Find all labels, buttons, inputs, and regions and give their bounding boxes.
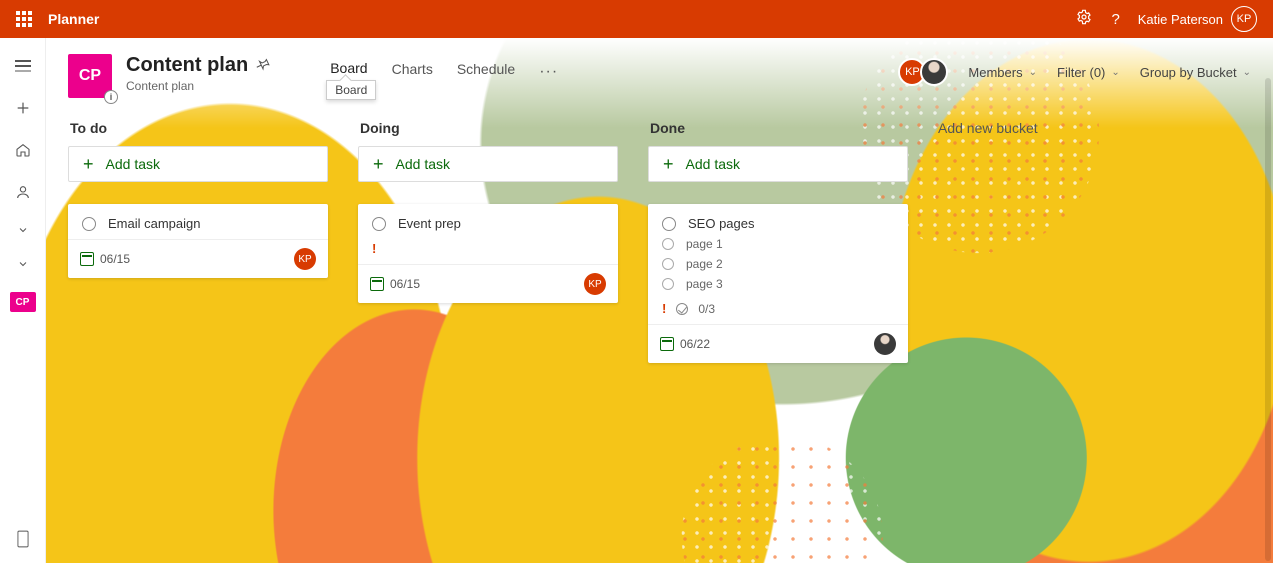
bucket-todo: To do + Add task Email campaign 06/15 [68, 120, 328, 278]
app-launcher-icon[interactable] [16, 11, 32, 27]
view-tabs: Board Charts Schedule ··· Board [330, 54, 558, 84]
assignee-avatar[interactable]: KP [294, 248, 316, 270]
bucket-title[interactable]: To do [68, 120, 328, 136]
pin-icon[interactable] [254, 55, 273, 76]
my-tasks-icon[interactable] [13, 182, 33, 202]
app-name: Planner [48, 11, 99, 27]
member-avatars[interactable]: KP [904, 58, 948, 86]
subtask-label: page 2 [686, 257, 723, 271]
app-header: Planner ? Katie Paterson KP [0, 0, 1273, 38]
plus-icon: + [663, 154, 674, 175]
complete-circle-icon[interactable] [372, 217, 386, 231]
more-icon[interactable]: ··· [539, 63, 558, 81]
bucket-title[interactable]: Doing [358, 120, 618, 136]
due-date: 06/15 [370, 277, 420, 291]
calendar-icon [80, 252, 94, 266]
subtask-label: page 1 [686, 237, 723, 251]
chevron-down-icon: ⌄ [1111, 67, 1119, 78]
chevron-down-icon: ⌄ [1243, 67, 1251, 78]
task-title: SEO pages [688, 216, 755, 231]
checklist-progress: 0/3 [698, 302, 715, 316]
hub-icon[interactable] [13, 140, 33, 160]
tab-schedule[interactable]: Schedule [457, 61, 515, 83]
priority-icon: ! [372, 241, 376, 256]
assignee-avatar[interactable] [874, 333, 896, 355]
hamburger-icon[interactable] [13, 56, 33, 76]
checklist-progress-icon [676, 303, 688, 315]
tab-charts[interactable]: Charts [392, 61, 433, 83]
calendar-icon [370, 277, 384, 291]
filter-dropdown[interactable]: Filter (0)⌄ [1057, 65, 1120, 80]
plan-tile[interactable]: CP i [68, 54, 112, 98]
plan-header: CP i Content plan Content plan Board Cha… [46, 38, 1273, 98]
help-icon[interactable]: ? [1100, 11, 1132, 28]
plan-title[interactable]: Content plan [126, 54, 248, 77]
add-task-button[interactable]: + Add task [358, 146, 618, 182]
bucket-done: Done + Add task SEO pages page 1 page 2 … [648, 120, 908, 363]
plus-icon: + [83, 154, 94, 175]
add-bucket[interactable]: Add new bucket [938, 120, 1198, 146]
bucket-doing: Doing + Add task Event prep ! [358, 120, 618, 303]
avatar [920, 58, 948, 86]
chevron-down-icon: ⌄ [1029, 67, 1037, 78]
task-card[interactable]: SEO pages page 1 page 2 page 3 ! 0/3 [648, 204, 908, 363]
add-bucket-label: Add new bucket [938, 120, 1198, 136]
plus-icon: + [373, 154, 384, 175]
complete-circle-icon[interactable] [662, 217, 676, 231]
calendar-icon [660, 337, 674, 351]
due-date: 06/15 [80, 252, 130, 266]
bucket-title[interactable]: Done [648, 120, 908, 136]
subtask-label: page 3 [686, 277, 723, 291]
assignee-avatar[interactable]: KP [584, 273, 606, 295]
device-icon[interactable] [13, 529, 33, 549]
add-task-button[interactable]: + Add task [648, 146, 908, 182]
plan-subtitle: Content plan [126, 79, 270, 93]
groupby-dropdown[interactable]: Group by Bucket⌄ [1140, 65, 1251, 80]
vertical-scrollbar[interactable] [1265, 78, 1271, 561]
priority-icon: ! [662, 301, 666, 316]
subtask-list: page 1 page 2 page 3 [662, 237, 894, 291]
subtask-circle-icon[interactable] [662, 258, 674, 270]
main-area: CP i Content plan Content plan Board Cha… [46, 38, 1273, 563]
plan-shortcut[interactable]: CP [10, 292, 36, 312]
user-name[interactable]: Katie Paterson [1138, 12, 1223, 27]
members-dropdown[interactable]: Members⌄ [968, 65, 1037, 80]
task-title: Event prep [398, 216, 461, 231]
tab-tooltip: Board [326, 80, 376, 100]
task-title: Email campaign [108, 216, 201, 231]
board: To do + Add task Email campaign 06/15 [46, 98, 1273, 363]
complete-circle-icon[interactable] [82, 217, 96, 231]
due-date: 06/22 [660, 337, 710, 351]
left-nav-rail: CP [0, 38, 46, 563]
subtask-circle-icon[interactable] [662, 238, 674, 250]
task-card[interactable]: Event prep ! 06/15 KP [358, 204, 618, 303]
user-avatar[interactable]: KP [1231, 6, 1257, 32]
subtask-circle-icon[interactable] [662, 278, 674, 290]
task-card[interactable]: Email campaign 06/15 KP [68, 204, 328, 278]
new-plan-icon[interactable] [13, 98, 33, 118]
chevron-down-icon[interactable] [13, 258, 33, 270]
add-task-button[interactable]: + Add task [68, 146, 328, 182]
chevron-down-icon[interactable] [13, 224, 33, 236]
settings-icon[interactable] [1068, 9, 1100, 29]
